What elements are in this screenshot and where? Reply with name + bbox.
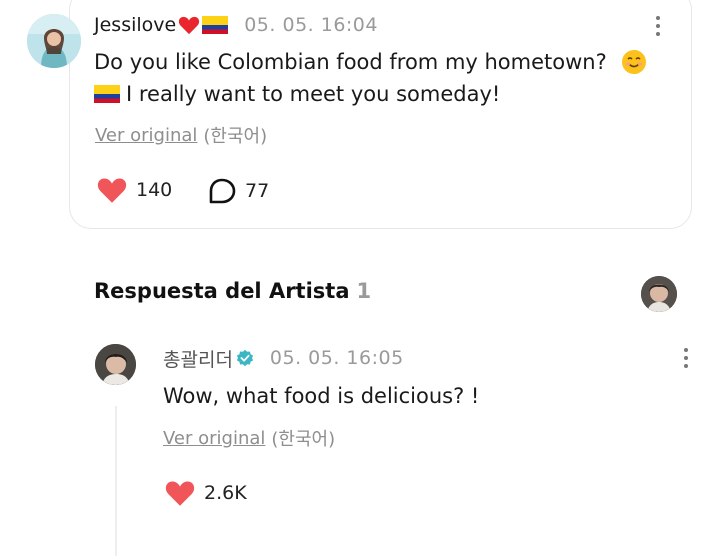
- artist-kebab-menu-icon[interactable]: [683, 348, 689, 368]
- artist-translate-row: Ver original (한국어): [163, 425, 335, 451]
- artist-like-button[interactable]: 2.6K: [164, 479, 247, 507]
- artist-response-title: Respuesta del Artista: [94, 279, 350, 303]
- artist-avatar[interactable]: [95, 344, 136, 385]
- artist-small-avatar[interactable]: [641, 276, 677, 312]
- artist-username[interactable]: 총괄리더: [163, 345, 233, 372]
- fan-like-count: 140: [136, 179, 173, 201]
- heart-icon: [96, 176, 128, 204]
- artist-like-count: 2.6K: [204, 482, 247, 504]
- artist-response-count: 1: [356, 279, 372, 303]
- fan-comment-line2: I really want to meet you someday!: [126, 82, 501, 106]
- fan-reply-button[interactable]: 77: [207, 176, 269, 206]
- artist-reply-header: 총괄리더 05. 05. 16:05: [163, 344, 404, 372]
- artist-timestamp: 05. 05. 16:05: [269, 347, 404, 369]
- fan-original-language: (한국어): [203, 126, 268, 147]
- fan-timestamp: 05. 05. 16:04: [244, 14, 378, 36]
- fan-comment-line1: Do you like Colombian food from my homet…: [94, 50, 607, 74]
- fan-ver-original-link[interactable]: Ver original: [95, 125, 197, 146]
- colombia-flag-icon: [94, 85, 120, 103]
- artist-original-language: (한국어): [271, 429, 336, 450]
- colombia-flag-icon: [202, 16, 229, 34]
- fan-translate-row: Ver original (한국어): [95, 122, 267, 148]
- artist-ver-original-link[interactable]: Ver original: [163, 428, 265, 449]
- smiling-face-emoji-icon: [621, 49, 647, 75]
- comment-bubble-icon: [207, 176, 237, 206]
- reply-thread-line: [115, 406, 117, 556]
- heart-emoji-icon: [178, 15, 200, 35]
- fan-kebab-menu-icon[interactable]: [655, 16, 661, 36]
- fan-comment-text: Do you like Colombian food from my homet…: [94, 46, 674, 110]
- artist-response-heading: Respuesta del Artista 1: [94, 279, 371, 303]
- fan-username[interactable]: Jessilove: [94, 14, 176, 36]
- artist-reply-text: Wow, what food is delicious? !: [163, 384, 480, 408]
- verified-badge-icon: [236, 349, 254, 367]
- heart-icon: [164, 479, 196, 507]
- fan-comment-header: Jessilove 05. 05. 16:04: [94, 11, 378, 39]
- fan-reply-count: 77: [245, 180, 270, 202]
- fan-avatar[interactable]: [27, 14, 81, 68]
- fan-like-button[interactable]: 140: [96, 176, 172, 204]
